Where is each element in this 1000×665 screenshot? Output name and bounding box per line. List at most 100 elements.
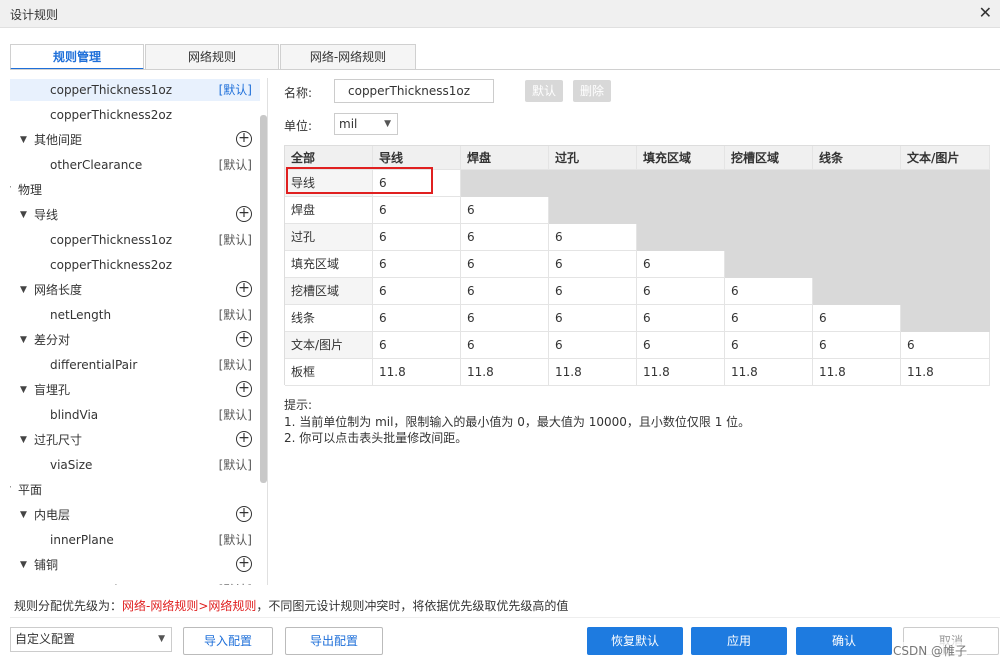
expand-arrow-icon[interactable]: ▼: [20, 554, 27, 576]
clearance-value-cell[interactable]: 6: [549, 278, 637, 305]
expand-arrow-icon[interactable]: ▼: [20, 429, 27, 451]
table-header[interactable]: 线条: [813, 146, 901, 170]
tree-item[interactable]: ▼ 物理: [10, 179, 260, 201]
clearance-value-cell[interactable]: 6: [637, 305, 725, 332]
table-header[interactable]: 过孔: [549, 146, 637, 170]
clearance-value-cell[interactable]: 6: [461, 251, 549, 278]
tree-item[interactable]: ▼ 其他间距 +: [10, 129, 260, 151]
clearance-value-cell[interactable]: 11.8: [637, 359, 725, 386]
tree-item[interactable]: copperRegion [默认]: [10, 579, 260, 585]
clearance-value-cell[interactable]: 11.8: [373, 359, 461, 386]
add-rule-icon[interactable]: +: [236, 381, 252, 397]
tree-item[interactable]: ▼ 铺铜 +: [10, 554, 260, 576]
confirm-button[interactable]: 确认: [796, 627, 892, 655]
table-header[interactable]: 导线: [373, 146, 461, 170]
expand-arrow-icon[interactable]: ▼: [10, 179, 11, 201]
clearance-value-cell[interactable]: 6: [637, 278, 725, 305]
clearance-value-cell[interactable]: 6: [373, 278, 461, 305]
add-rule-icon[interactable]: +: [236, 281, 252, 297]
tree-item-label: differentialPair: [50, 358, 138, 372]
clearance-value-cell[interactable]: 6: [373, 170, 461, 197]
tab-rule-management[interactable]: 规则管理: [10, 44, 144, 70]
tree-item[interactable]: copperThickness2oz: [10, 254, 260, 276]
tab-net-rules[interactable]: 网络规则: [145, 44, 279, 70]
clearance-value-cell[interactable]: 6: [461, 305, 549, 332]
add-rule-icon[interactable]: +: [236, 506, 252, 522]
tree-item[interactable]: differentialPair [默认]: [10, 354, 260, 376]
table-header[interactable]: 挖槽区域: [725, 146, 813, 170]
tree-item[interactable]: netLength [默认]: [10, 304, 260, 326]
clearance-value-cell[interactable]: 6: [373, 197, 461, 224]
clearance-value-cell[interactable]: 11.8: [813, 359, 901, 386]
clearance-value-cell[interactable]: 11.8: [725, 359, 813, 386]
clearance-value-cell[interactable]: 6: [901, 332, 990, 359]
add-rule-icon[interactable]: +: [236, 556, 252, 572]
expand-arrow-icon[interactable]: ▼: [20, 204, 27, 226]
tab-net-net-rules[interactable]: 网络-网络规则: [280, 44, 416, 70]
expand-arrow-icon[interactable]: ▼: [20, 379, 27, 401]
clearance-value-cell[interactable]: 6: [461, 332, 549, 359]
clearance-value-cell[interactable]: 6: [373, 251, 461, 278]
expand-arrow-icon[interactable]: ▼: [20, 129, 27, 151]
config-select[interactable]: 自定义配置 ▼: [10, 627, 172, 652]
expand-arrow-icon[interactable]: ▼: [10, 479, 11, 501]
tree-item[interactable]: viaSize [默认]: [10, 454, 260, 476]
expand-arrow-icon[interactable]: ▼: [20, 329, 27, 351]
clearance-value-cell[interactable]: 6: [637, 332, 725, 359]
tree-item[interactable]: ▼ 过孔尺寸 +: [10, 429, 260, 451]
table-header[interactable]: 全部: [285, 146, 373, 170]
tree-item[interactable]: ▼ 导线 +: [10, 204, 260, 226]
clearance-value-cell[interactable]: 6: [549, 305, 637, 332]
tree-item[interactable]: innerPlane [默认]: [10, 529, 260, 551]
add-rule-icon[interactable]: +: [236, 206, 252, 222]
delete-button[interactable]: 删除: [573, 80, 611, 102]
clearance-value-cell[interactable]: 6: [725, 278, 813, 305]
default-button[interactable]: 默认: [525, 80, 563, 102]
tree-item[interactable]: blindVia [默认]: [10, 404, 260, 426]
clearance-value-cell[interactable]: 11.8: [549, 359, 637, 386]
tree-item[interactable]: otherClearance [默认]: [10, 154, 260, 176]
clearance-value-cell[interactable]: 11.8: [461, 359, 549, 386]
tree-item[interactable]: ▼ 平面: [10, 479, 260, 501]
tree-item[interactable]: copperThickness1oz [默认]: [10, 79, 260, 101]
clearance-value-cell[interactable]: 6: [461, 278, 549, 305]
clearance-value-cell[interactable]: 6: [725, 305, 813, 332]
tree-item[interactable]: ▼ 网络长度 +: [10, 279, 260, 301]
clearance-value-cell[interactable]: 6: [637, 251, 725, 278]
clearance-value-cell[interactable]: 6: [549, 224, 637, 251]
clearance-value-cell[interactable]: 6: [549, 251, 637, 278]
tree-item[interactable]: copperThickness1oz [默认]: [10, 229, 260, 251]
tree-item[interactable]: ▼ 盲埋孔 +: [10, 379, 260, 401]
table-header[interactable]: 焊盘: [461, 146, 549, 170]
table-header[interactable]: 填充区域: [637, 146, 725, 170]
clearance-value-cell[interactable]: 6: [813, 332, 901, 359]
disabled-cell: [813, 251, 901, 278]
tree-item[interactable]: ▼ 差分对 +: [10, 329, 260, 351]
clearance-value-cell[interactable]: 6: [373, 224, 461, 251]
clearance-value-cell[interactable]: 6: [813, 305, 901, 332]
tree-scrollbar[interactable]: [260, 115, 267, 483]
add-rule-icon[interactable]: +: [236, 131, 252, 147]
export-config-button[interactable]: 导出配置: [285, 627, 383, 655]
clearance-value-cell[interactable]: 6: [461, 224, 549, 251]
rule-name-input[interactable]: copperThickness1oz: [334, 79, 494, 103]
unit-select[interactable]: mil ▼: [334, 113, 398, 135]
add-rule-icon[interactable]: +: [236, 331, 252, 347]
clearance-value-cell[interactable]: 6: [725, 332, 813, 359]
clearance-value-cell[interactable]: 6: [461, 197, 549, 224]
expand-arrow-icon[interactable]: ▼: [20, 504, 27, 526]
close-icon[interactable]: ✕: [979, 3, 992, 22]
disabled-cell: [813, 197, 901, 224]
clearance-value-cell[interactable]: 6: [549, 332, 637, 359]
apply-button[interactable]: 应用: [691, 627, 787, 655]
add-rule-icon[interactable]: +: [236, 431, 252, 447]
clearance-value-cell[interactable]: 6: [373, 332, 461, 359]
import-config-button[interactable]: 导入配置: [183, 627, 273, 655]
tree-item[interactable]: ▼ 内电层 +: [10, 504, 260, 526]
clearance-value-cell[interactable]: 11.8: [901, 359, 990, 386]
tree-item[interactable]: copperThickness2oz: [10, 104, 260, 126]
expand-arrow-icon[interactable]: ▼: [20, 279, 27, 301]
restore-default-button[interactable]: 恢复默认: [587, 627, 683, 655]
table-header[interactable]: 文本/图片: [901, 146, 990, 170]
clearance-value-cell[interactable]: 6: [373, 305, 461, 332]
